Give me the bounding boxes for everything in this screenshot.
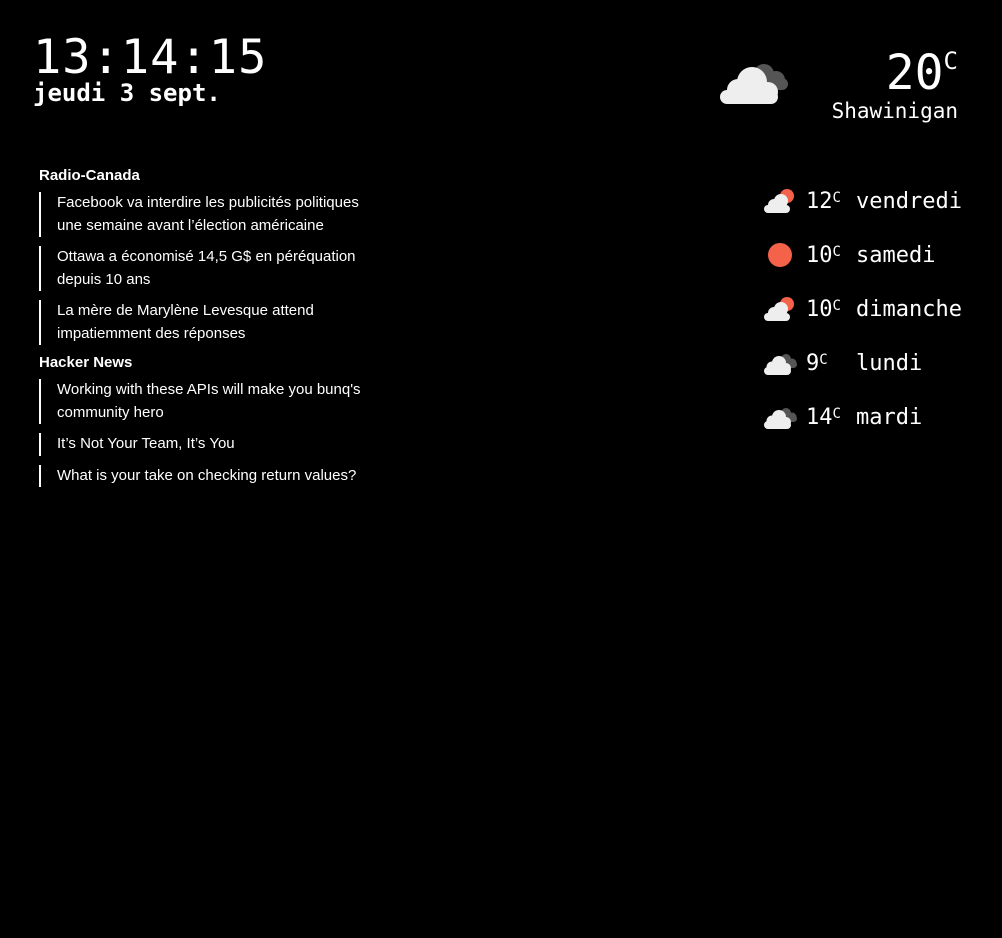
forecast-row: 12C vendredi (762, 174, 962, 228)
forecast-temperature-unit: C (832, 189, 841, 206)
forecast-temperature-value: 10 (806, 296, 833, 322)
news-section-hacker-news: Hacker News Working with these APIs will… (39, 353, 379, 487)
forecast-row: 10C dimanche (762, 282, 962, 336)
news-source-title: Hacker News (39, 354, 133, 371)
forecast-temperature-value: 10 (806, 242, 833, 268)
forecast-temperature: 10C (806, 243, 856, 268)
cloudy-icon (720, 64, 788, 104)
forecast-temperature-unit: C (832, 297, 841, 314)
cloudy-icon (764, 408, 797, 429)
forecast-row: 14C mardi (762, 390, 962, 444)
forecast-temperature-unit: C (832, 405, 841, 422)
forecast-temperature-unit: C (832, 243, 841, 260)
news-item[interactable]: Facebook va interdire les publicités pol… (39, 192, 369, 237)
forecast-temperature: 9C (806, 351, 856, 376)
cloudy-icon (764, 354, 797, 375)
news-item[interactable]: Working with these APIs will make you bu… (39, 379, 369, 424)
forecast-temperature-value: 9 (806, 350, 820, 376)
forecast-day: mardi (856, 404, 923, 430)
forecast-temperature: 10C (806, 297, 856, 322)
partly-cloudy-icon (764, 189, 794, 213)
clock: 13:14:15 jeudi 3 sept. (33, 30, 267, 106)
sun-icon (768, 243, 792, 267)
current-temperature: 20C (886, 44, 958, 102)
news-item[interactable]: La mère de Marylène Levesque attend impa… (39, 300, 369, 345)
forecast-day: samedi (856, 242, 936, 268)
forecast-row: 9C lundi (762, 336, 962, 390)
current-weather: 20C Shawinigan (718, 44, 958, 134)
current-temperature-value: 20 (885, 45, 944, 101)
current-temperature-unit: C (943, 47, 958, 75)
forecast-day: vendredi (856, 188, 962, 214)
forecast-temperature-value: 12 (806, 188, 833, 214)
news-source-title: Radio-Canada (39, 167, 140, 184)
clock-time: 13:14:15 (33, 30, 268, 85)
news-item[interactable]: It’s Not Your Team, It’s You (39, 433, 369, 456)
news-item[interactable]: Ottawa a économisé 14,5 G$ en péréquatio… (39, 246, 369, 291)
news-section-radio-canada: Radio-Canada Facebook va interdire les p… (39, 166, 379, 345)
current-city: Shawinigan (831, 99, 958, 123)
forecast: 12C vendredi 10C samedi 10C dimanche 9C … (762, 174, 962, 444)
forecast-day: lundi (856, 350, 923, 376)
forecast-temperature: 14C (806, 405, 856, 430)
news-feed: Radio-Canada Facebook va interdire les p… (39, 166, 379, 496)
forecast-temperature-unit: C (819, 351, 828, 368)
forecast-day: dimanche (856, 296, 962, 322)
forecast-temperature: 12C (806, 189, 856, 214)
partly-cloudy-icon (764, 297, 794, 321)
forecast-row: 10C samedi (762, 228, 962, 282)
forecast-temperature-value: 14 (806, 404, 833, 430)
news-item[interactable]: What is your take on checking return val… (39, 464, 369, 487)
